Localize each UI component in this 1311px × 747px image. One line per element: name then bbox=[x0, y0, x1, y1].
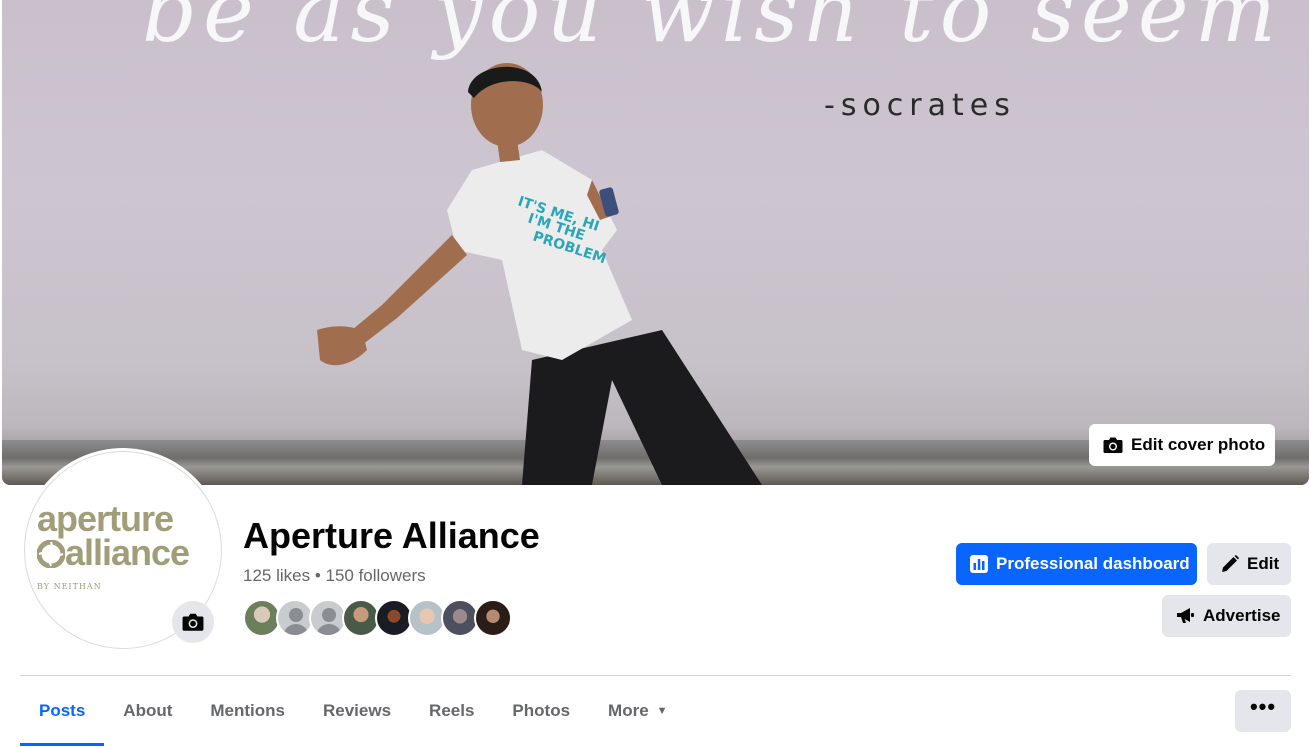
tab-photos[interactable]: Photos bbox=[493, 677, 589, 745]
tab-label: About bbox=[123, 701, 173, 720]
tab-reels[interactable]: Reels bbox=[410, 677, 493, 745]
edit-label: Edit bbox=[1247, 554, 1280, 573]
tab-mentions[interactable]: Mentions bbox=[191, 677, 304, 745]
advertise-label: Advertise bbox=[1203, 606, 1281, 625]
more-options-button[interactable]: ••• bbox=[1235, 690, 1291, 732]
professional-dashboard-button[interactable]: Professional dashboard bbox=[956, 543, 1197, 585]
tab-more[interactable]: More ▼ bbox=[589, 677, 687, 745]
caret-down-icon: ▼ bbox=[656, 705, 668, 717]
edit-cover-photo-button[interactable]: Edit cover photo bbox=[1089, 424, 1275, 466]
follower-avatars[interactable] bbox=[243, 599, 512, 637]
logo-text-alliance: alliance bbox=[65, 532, 190, 573]
edit-cover-photo-label: Edit cover photo bbox=[1131, 435, 1266, 454]
camera-icon bbox=[1103, 437, 1123, 453]
tab-label: Reels bbox=[429, 701, 475, 720]
professional-dashboard-label: Professional dashboard bbox=[996, 554, 1190, 573]
aperture-logo-icon bbox=[37, 540, 65, 568]
page-title: Aperture Alliance bbox=[243, 515, 540, 556]
pencil-icon bbox=[1222, 555, 1239, 572]
dashboard-chart-icon bbox=[970, 555, 988, 573]
page-likes-followers[interactable]: 125 likes • 150 followers bbox=[243, 566, 426, 586]
tab-label: More bbox=[608, 701, 649, 720]
tab-label: Posts bbox=[39, 701, 86, 720]
cover-photo[interactable]: be as you wish to seem -socrates IT'S ME… bbox=[2, 0, 1309, 485]
logo-byline: BY NEITHAN bbox=[37, 582, 102, 591]
advertise-button[interactable]: Advertise bbox=[1162, 595, 1291, 637]
tab-reviews[interactable]: Reviews bbox=[304, 677, 410, 745]
camera-icon bbox=[182, 613, 204, 631]
update-profile-picture-button[interactable] bbox=[172, 601, 214, 643]
tab-label: Reviews bbox=[323, 701, 392, 720]
tab-about[interactable]: About bbox=[104, 677, 191, 745]
header-divider bbox=[20, 675, 1291, 676]
edit-page-button[interactable]: Edit bbox=[1207, 543, 1291, 585]
megaphone-icon bbox=[1177, 608, 1194, 623]
avatar[interactable] bbox=[474, 599, 512, 637]
page-tabs: Posts About Mentions Reviews Reels Photo… bbox=[20, 677, 687, 747]
cover-person-figure: IT'S ME, HI I'M THE PROBLEM bbox=[317, 63, 762, 485]
tab-label: Mentions bbox=[210, 701, 285, 720]
tab-label: Photos bbox=[512, 701, 571, 720]
tab-posts[interactable]: Posts bbox=[20, 677, 105, 746]
